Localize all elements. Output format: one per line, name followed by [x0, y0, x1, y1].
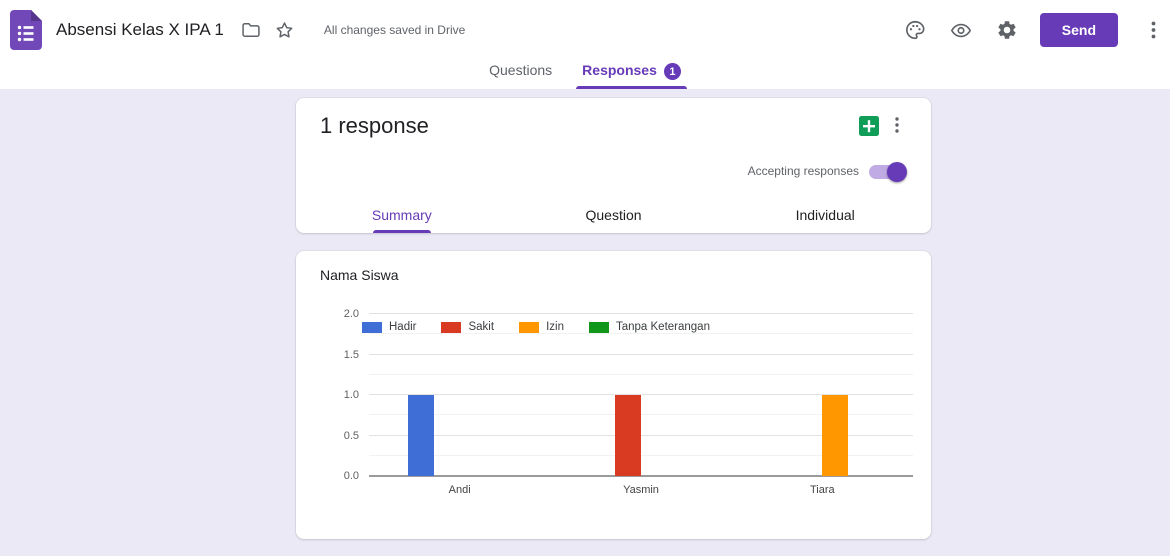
view-in-sheets-icon[interactable] [859, 116, 879, 141]
y-axis-tick-label: 1.0 [343, 389, 359, 401]
gridline-major [369, 313, 913, 314]
legend-item-sakit: Sakit [441, 321, 494, 333]
responses-page: 1 response Accepting responses Summary Q… [0, 89, 1170, 556]
x-axis-category-label: Andi [448, 484, 471, 496]
settings-gear-icon[interactable] [996, 19, 1018, 41]
gridline-minor [369, 333, 913, 335]
subtab-summary[interactable]: Summary [296, 197, 508, 233]
bar-izin-tiara [822, 395, 849, 476]
top-bar: Absensi Kelas X IPA 1 All changes saved … [0, 0, 1170, 60]
send-button[interactable]: Send [1039, 13, 1118, 47]
form-title[interactable]: Absensi Kelas X IPA 1 [56, 20, 224, 40]
chart-question-title: Nama Siswa [320, 267, 399, 283]
tab-questions-label: Questions [489, 62, 553, 78]
accepting-responses-label: Accepting responses [747, 164, 859, 178]
google-forms-logo-icon[interactable] [10, 10, 42, 50]
question-chart-card: Nama Siswa Hadir Sakit Izin Tanpa Keteranga… [296, 251, 931, 539]
star-icon[interactable] [274, 19, 296, 41]
gridline-minor [369, 373, 913, 375]
legend-swatch-icon [519, 321, 540, 333]
legend-item-tanpa-keterangan: Tanpa Keterangan [588, 321, 710, 333]
subtab-question-label: Question [585, 207, 642, 223]
save-status[interactable]: All changes saved in Drive [324, 23, 465, 37]
subtab-summary-label: Summary [371, 207, 432, 223]
tab-responses-label: Responses [582, 62, 657, 78]
bar-hadir-andi [407, 395, 434, 476]
subtab-individual[interactable]: Individual [719, 197, 931, 233]
subtab-question[interactable]: Question [508, 197, 720, 233]
legend-label: Hadir [389, 321, 417, 333]
bar-sakit-yasmin [615, 395, 641, 476]
response-count-heading: 1 response [320, 113, 429, 138]
response-view-subtabs: Summary Question Individual [296, 197, 931, 233]
responses-more-options-icon[interactable] [887, 114, 907, 136]
toggle-thumb [887, 162, 907, 182]
subtab-individual-label: Individual [795, 207, 855, 223]
tab-questions[interactable]: Questions [489, 60, 552, 89]
y-axis-tick-label: 0.0 [343, 470, 359, 482]
responses-count-badge: 1 [663, 63, 681, 80]
response-summary-card: 1 response Accepting responses Summary Q… [296, 98, 931, 233]
accepting-responses-toggle[interactable] [869, 162, 907, 182]
legend-item-hadir: Hadir [362, 321, 416, 333]
legend-label: Sakit [468, 321, 495, 333]
legend-swatch-icon [588, 321, 609, 333]
move-to-folder-icon[interactable] [240, 19, 262, 41]
chart-plot: Hadir Sakit Izin Tanpa Keterangan 0.0 0.5 1.0… [344, 308, 913, 496]
legend-item-izin: Izin [519, 321, 564, 333]
preview-eye-icon[interactable] [950, 19, 972, 41]
form-tabbar: Questions Responses 1 [0, 60, 1170, 89]
legend-swatch-icon [362, 321, 382, 333]
legend-label: Izin [546, 321, 564, 333]
topbar-actions: Send [880, 13, 1160, 47]
y-axis-tick-label: 0.5 [343, 429, 359, 442]
legend-swatch-icon [441, 321, 462, 333]
customize-theme-palette-icon[interactable] [904, 19, 926, 41]
gridline-major [369, 353, 913, 355]
x-axis-category-label: Tiara [810, 484, 835, 496]
chart-legend: Hadir Sakit Izin Tanpa Keterangan [362, 321, 710, 333]
legend-label: Tanpa Keterangan [615, 321, 710, 333]
y-axis-tick-label: 2.0 [343, 308, 359, 320]
more-options-icon[interactable] [1142, 19, 1164, 41]
tab-responses[interactable]: Responses 1 [576, 60, 687, 89]
y-axis-tick-label: 1.5 [343, 348, 359, 361]
x-axis-category-label: Yasmin [623, 484, 659, 496]
